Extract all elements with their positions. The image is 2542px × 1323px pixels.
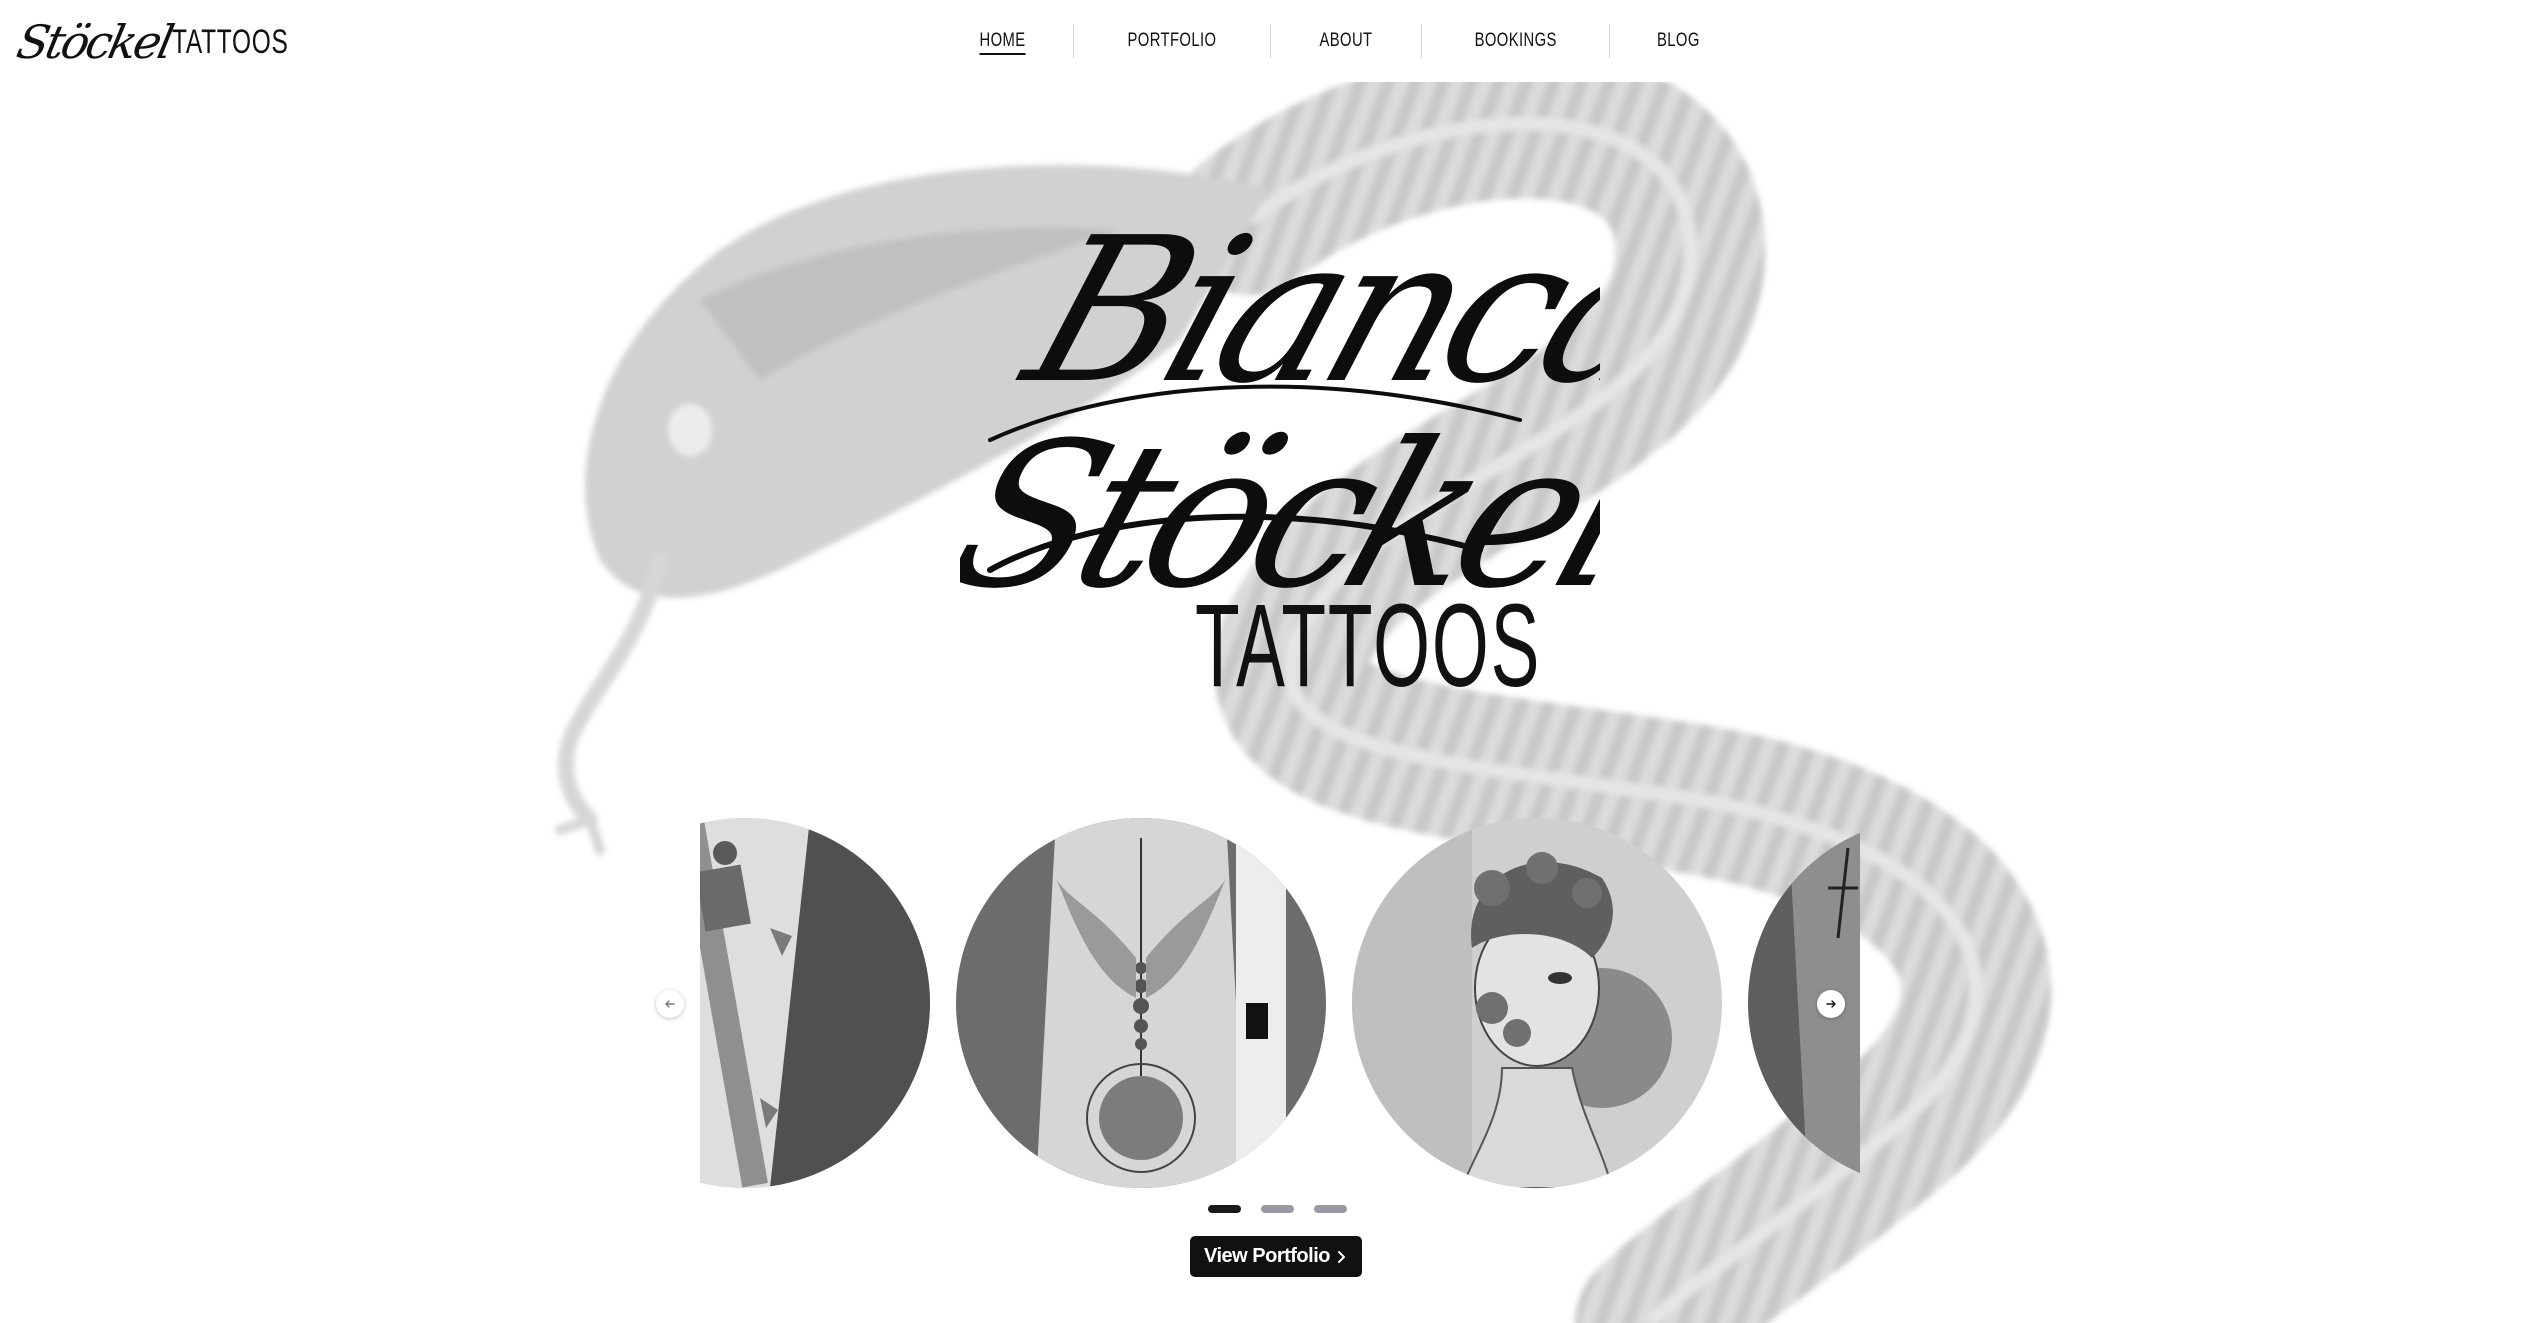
nav-about[interactable]: ABOUT	[1287, 25, 1404, 57]
carousel-next-button[interactable]	[1817, 990, 1845, 1018]
carousel-slide[interactable]	[700, 818, 930, 1188]
hero-logo: Bianca Stöckel TATTOOS	[960, 196, 1600, 710]
nav-blog[interactable]: BLOG	[1625, 25, 1732, 57]
dagger-tattoo-image	[700, 818, 930, 1188]
nav-divider	[1269, 24, 1271, 58]
hero-logo-word: TATTOOS	[1195, 579, 1541, 710]
arrow-right-icon	[1826, 1000, 1836, 1008]
carousel-prev-button-outer[interactable]	[656, 990, 684, 1018]
carousel-pagination	[1208, 1205, 1347, 1213]
winged-moon-tattoo-image	[956, 818, 1326, 1188]
view-portfolio-button[interactable]: View Portfolio	[1190, 1236, 1362, 1277]
nav-divider	[1420, 24, 1422, 58]
brand-logo-script: Stöckel	[12, 15, 177, 69]
nav-divider	[1609, 24, 1611, 58]
chevron-right-icon	[1337, 1250, 1345, 1263]
nav-divider	[1073, 24, 1074, 58]
pagination-dot[interactable]	[1314, 1205, 1347, 1213]
portfolio-carousel[interactable]	[700, 818, 1860, 1190]
nav-home[interactable]: HOME	[948, 25, 1058, 57]
pagination-dot[interactable]	[1261, 1205, 1294, 1213]
hero-logo-line1: Bianca	[999, 196, 1600, 428]
nav-portfolio[interactable]: PORTFOLIO	[1096, 25, 1249, 57]
brand-logo-word: TATTOOS	[172, 23, 289, 61]
arrow-left-icon	[665, 1000, 675, 1008]
carousel-slide[interactable]	[1352, 818, 1722, 1188]
floral-face-tattoo-image	[1352, 818, 1722, 1188]
page: Stöckel TATTOOS HOME PORTFOLIO ABOUT BOO…	[0, 0, 2542, 1323]
brand-logo[interactable]: Stöckel TATTOOS	[12, 14, 334, 70]
main-nav: HOME PORTFOLIO ABOUT BOOKINGS BLOG	[932, 0, 1747, 82]
carousel-slide[interactable]	[956, 818, 1326, 1188]
nav-bookings[interactable]: BOOKINGS	[1443, 25, 1589, 57]
view-portfolio-label: View Portfolio	[1204, 1245, 1330, 1267]
site-header: Stöckel TATTOOS HOME PORTFOLIO ABOUT BOO…	[0, 0, 2542, 82]
pagination-dot[interactable]	[1208, 1205, 1241, 1213]
